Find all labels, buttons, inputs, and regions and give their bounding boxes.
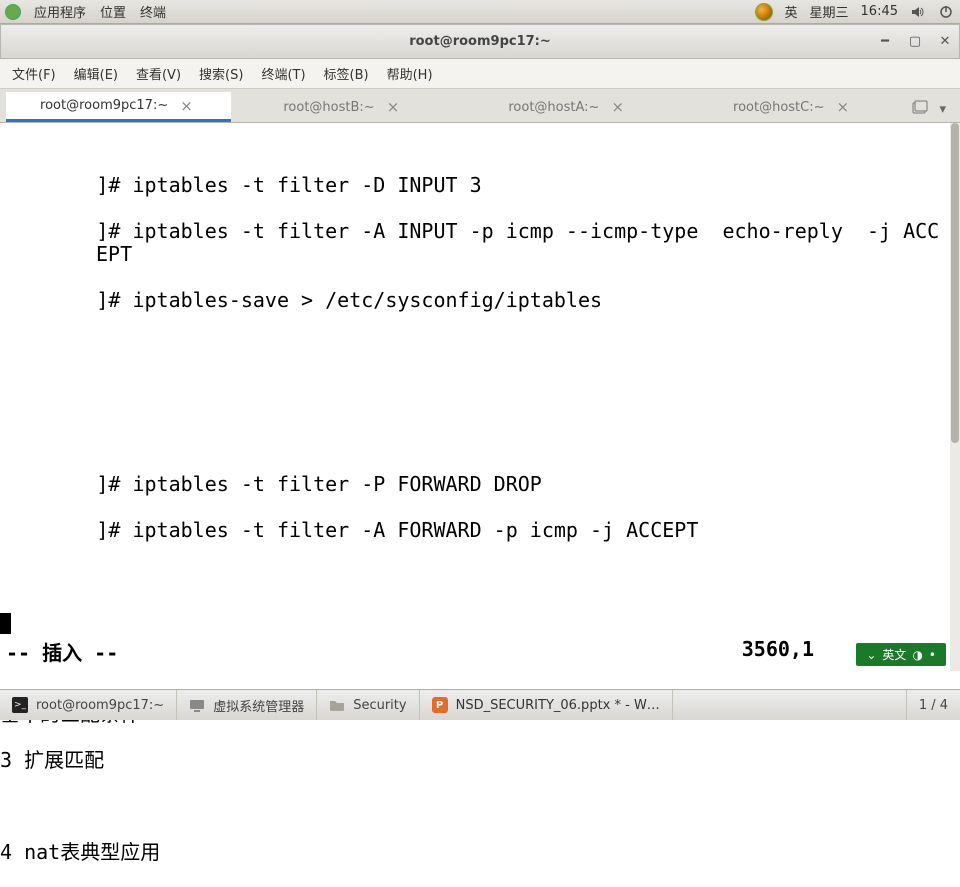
tab-close-icon[interactable]: × xyxy=(607,98,628,116)
menu-applications[interactable]: 应用程序 xyxy=(34,2,86,21)
clock-day: 星期三 xyxy=(810,2,849,21)
scrollbar-thumb[interactable] xyxy=(951,123,959,443)
menu-terminal-menu[interactable]: 终端(T) xyxy=(255,62,311,85)
menu-tabs[interactable]: 标签(B) xyxy=(318,62,375,85)
tab-label: root@hostB:~ xyxy=(283,100,374,115)
task-security-folder[interactable]: Security xyxy=(317,690,419,720)
ime-punct-icon: • xyxy=(929,648,936,662)
task-label: 虚拟系统管理器 xyxy=(213,696,304,715)
close-button[interactable]: ✕ xyxy=(935,32,955,52)
tab-label: root@room9pc17:~ xyxy=(40,98,168,113)
ime-half-width-icon: ◑ xyxy=(912,648,922,662)
volume-icon[interactable] xyxy=(910,4,926,20)
tab-hostc[interactable]: root@hostC:~ × xyxy=(681,92,906,122)
gnome-top-panel: 应用程序 位置 终端 英 星期三 16:45 xyxy=(0,0,960,24)
new-tab-icon[interactable] xyxy=(912,100,928,118)
distro-icon xyxy=(6,5,20,19)
window-title: root@room9pc17:~ xyxy=(409,34,551,49)
ime-chevron-icon: ⌄ xyxy=(866,648,876,662)
task-label: Security xyxy=(353,698,406,713)
terminal-line xyxy=(0,427,950,450)
task-wps-presentation[interactable]: P NSD_SECURITY_06.pptx * - W… xyxy=(420,690,673,720)
terminal-line xyxy=(0,381,950,404)
ime-language-label: 英文 xyxy=(882,646,906,663)
workspace-pager[interactable]: 1 / 4 xyxy=(906,690,960,720)
folder-icon xyxy=(329,697,345,713)
power-icon[interactable] xyxy=(938,4,954,20)
task-virt-manager[interactable]: 虚拟系统管理器 xyxy=(177,690,317,720)
terminal-line xyxy=(0,611,950,634)
vim-status-line: -- 插入 -- 3560,1 xyxy=(0,637,950,666)
menu-terminal[interactable]: 终端 xyxy=(140,2,166,21)
tab-menu-chevron-icon[interactable]: ▾ xyxy=(940,102,947,117)
task-terminal[interactable]: >_ root@room9pc17:~ xyxy=(0,690,177,720)
menu-file[interactable]: 文件(F) xyxy=(6,62,62,85)
ime-indicator[interactable]: 英 xyxy=(785,2,798,21)
vim-mode: -- 插入 -- xyxy=(6,637,118,666)
terminal-line: ]# iptables -t filter -A INPUT -p icmp -… xyxy=(0,220,950,266)
terminal-line: ]# iptables -t filter -A FORWARD -p icmp… xyxy=(0,519,950,542)
terminal-viewport[interactable]: ]# iptables -t filter -D INPUT 3 ]# ipta… xyxy=(0,123,950,671)
terminal-line xyxy=(0,565,950,588)
ime-floating-badge[interactable]: ⌄ 英文 ◑ • xyxy=(856,643,946,666)
notification-icon[interactable] xyxy=(755,3,773,21)
terminal-line: ]# iptables-save > /etc/sysconfig/iptabl… xyxy=(0,289,950,312)
terminal-line xyxy=(0,335,950,358)
task-label: root@room9pc17:~ xyxy=(36,698,164,713)
terminal-scrollbar[interactable] xyxy=(950,123,960,671)
task-label: NSD_SECURITY_06.pptx * - W… xyxy=(456,698,660,713)
tab-close-icon[interactable]: × xyxy=(383,98,404,116)
menu-edit[interactable]: 编辑(E) xyxy=(68,62,124,85)
text-cursor xyxy=(0,613,11,634)
pager-label: 1 / 4 xyxy=(919,698,948,713)
tab-hostb[interactable]: root@hostB:~ × xyxy=(231,92,456,122)
menu-view[interactable]: 查看(V) xyxy=(130,62,187,85)
menu-places[interactable]: 位置 xyxy=(100,2,126,21)
tab-label: root@hostA:~ xyxy=(508,100,599,115)
menu-search[interactable]: 搜索(S) xyxy=(193,62,249,85)
terminal-tabbar: root@room9pc17:~ × root@hostB:~ × root@h… xyxy=(0,89,960,123)
terminal-line xyxy=(0,795,950,818)
terminal-icon: >_ xyxy=(12,697,28,713)
terminal-menubar: 文件(F) 编辑(E) 查看(V) 搜索(S) 终端(T) 标签(B) 帮助(H… xyxy=(0,59,960,89)
menu-help[interactable]: 帮助(H) xyxy=(381,62,439,85)
wps-icon: P xyxy=(432,697,448,713)
minimize-button[interactable]: ━ xyxy=(875,32,895,52)
tab-room9pc17[interactable]: root@room9pc17:~ × xyxy=(6,92,231,122)
tab-close-icon[interactable]: × xyxy=(833,98,854,116)
tab-label: root@hostC:~ xyxy=(733,100,824,115)
vim-cursor-position: 3560,1 xyxy=(742,637,814,666)
gnome-bottom-panel: >_ root@room9pc17:~ 虚拟系统管理器 Security P N… xyxy=(0,689,960,720)
terminal-line: ]# iptables -t filter -P FORWARD DROP xyxy=(0,473,950,496)
tab-close-icon[interactable]: × xyxy=(176,97,197,115)
terminal-line: ]# iptables -t filter -D INPUT 3 xyxy=(0,174,950,197)
terminal-line: 4 nat表典型应用 xyxy=(0,841,950,864)
clock-time: 16:45 xyxy=(861,4,898,19)
terminal-line: 3 扩展匹配 xyxy=(0,749,950,772)
maximize-button[interactable]: ▢ xyxy=(905,32,925,52)
window-titlebar: root@room9pc17:~ ━ ▢ ✕ xyxy=(0,24,960,59)
tab-hosta[interactable]: root@hostA:~ × xyxy=(456,92,681,122)
virt-manager-icon xyxy=(189,697,205,713)
